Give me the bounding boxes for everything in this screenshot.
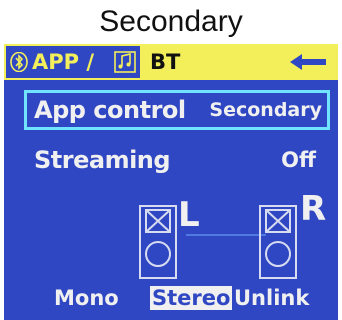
tab-app[interactable]: APP / bbox=[6, 46, 140, 78]
bluetooth-icon bbox=[10, 52, 28, 72]
tab-bt[interactable]: BT bbox=[150, 46, 190, 78]
music-note-icon bbox=[114, 51, 136, 73]
device-screen: APP / BT App control Secondary Streaming… bbox=[4, 44, 338, 320]
app-control-value: Secondary bbox=[209, 99, 322, 121]
mode-mono[interactable]: Mono bbox=[54, 284, 119, 312]
left-speaker-icon bbox=[139, 205, 177, 279]
menu-row-streaming[interactable]: Streaming Off bbox=[4, 142, 338, 184]
tab-bar: APP / BT bbox=[4, 44, 338, 80]
speaker-link-line bbox=[186, 234, 266, 236]
right-channel-label: R bbox=[300, 189, 327, 229]
streaming-value: Off bbox=[281, 148, 316, 172]
left-channel-label: L bbox=[178, 195, 200, 235]
back-arrow-icon[interactable] bbox=[288, 52, 328, 72]
right-speaker-icon bbox=[259, 205, 297, 279]
mode-selector: Mono Stereo Unlink bbox=[4, 284, 338, 314]
streaming-label: Streaming bbox=[34, 146, 171, 174]
tab-app-label: APP / bbox=[32, 50, 95, 74]
screen-caption: Secondary bbox=[99, 5, 243, 38]
mode-stereo-selected[interactable]: Stereo bbox=[150, 286, 233, 310]
app-control-label: App control bbox=[34, 96, 186, 124]
menu-row-app-control[interactable]: App control Secondary bbox=[4, 90, 338, 132]
mode-unlink[interactable]: Unlink bbox=[234, 284, 309, 312]
